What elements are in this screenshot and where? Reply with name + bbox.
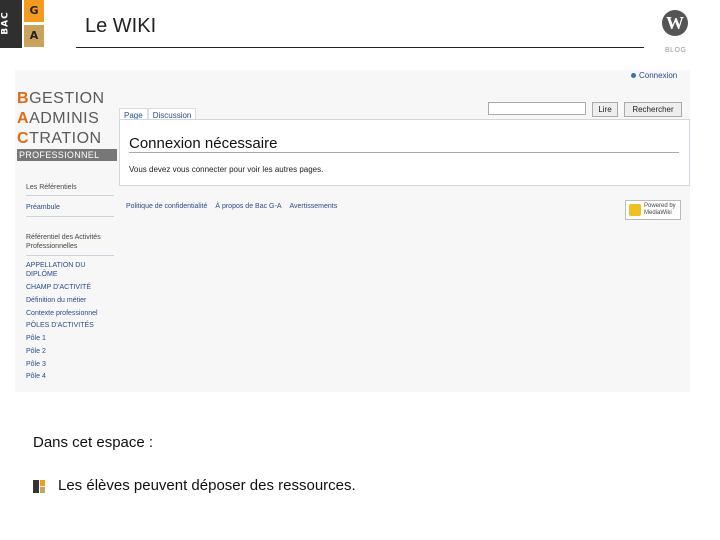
sidebar-item[interactable]: Pôle 2 — [26, 347, 46, 357]
bac-bullet-icon — [33, 480, 45, 493]
sidebar-item-preambule[interactable]: Préambule — [26, 203, 60, 213]
wiki-page-heading: Connexion nécessaire — [129, 135, 278, 152]
wiki-logo-subtitle: PROFESSIONNEL — [17, 149, 117, 161]
go-button[interactable]: Lire — [592, 102, 618, 117]
sidebar-divider — [26, 195, 114, 196]
slide-title: Le WIKI — [85, 15, 157, 37]
wiki-logo-row: AADMINIS — [17, 110, 100, 127]
footer-link-about[interactable]: À propos de Bac G-A — [215, 203, 281, 210]
sidebar-item[interactable]: DIPLÔME — [26, 270, 58, 280]
wiki-logo-row: CTRATION — [17, 130, 102, 147]
sidebar-section-title: Professionnelles — [26, 243, 78, 250]
wiki-login-message: Vous devez vous connecter pour voir les … — [129, 165, 324, 174]
bullet-text: Les élèves peuvent déposer des ressource… — [58, 477, 356, 494]
wiki-footer-links: Politique de confidentialité À propos de … — [126, 203, 345, 210]
wiki-content-panel: Connexion nécessaire Vous devez vous con… — [119, 119, 690, 186]
sidebar-item[interactable]: CHAMP D'ACTIVITÉ — [26, 283, 91, 293]
title-divider — [76, 47, 644, 48]
sidebar-item[interactable]: Pôle 3 — [26, 360, 46, 370]
powered-by-text: Powered by MediaWiki — [644, 203, 676, 216]
wiki-screenshot: Connexion BGESTION AADMINIS CTRATION PRO… — [15, 70, 690, 392]
heading-divider — [129, 152, 679, 153]
wiki-tabs: Page Discussion — [119, 103, 197, 122]
wiki-logo[interactable]: BGESTION AADMINIS CTRATION PROFESSIONNEL — [17, 89, 117, 161]
login-link-label: Connexion — [639, 71, 678, 80]
sidebar-item[interactable]: Pôle 1 — [26, 334, 46, 344]
bac-logo-a-square: A — [24, 25, 44, 47]
login-link[interactable]: Connexion — [631, 71, 677, 80]
wiki-logo-row: BGESTION — [17, 90, 105, 107]
powered-by-mediawiki-badge[interactable]: Powered by MediaWiki — [625, 200, 681, 220]
sidebar-item[interactable]: Définition du métier — [26, 296, 86, 306]
sidebar-item[interactable]: PÔLES D'ACTIVITÉS — [26, 321, 94, 331]
sidebar-divider — [26, 255, 114, 256]
bac-logo-vertical-text: BAC — [0, 11, 11, 35]
mediawiki-sunflower-icon — [629, 204, 641, 216]
sidebar-divider — [26, 216, 114, 217]
bac-logo: BAC G A — [0, 0, 46, 48]
search-button[interactable]: Rechercher — [624, 102, 682, 117]
wiki-search-input[interactable] — [488, 102, 586, 115]
footer-link-privacy[interactable]: Politique de confidentialité — [126, 203, 207, 210]
sidebar-section-title: Les Référentiels — [26, 184, 77, 191]
blog-label[interactable]: BLOG — [665, 47, 686, 54]
user-icon — [631, 73, 636, 79]
footer-link-disclaimers[interactable]: Avertissements — [290, 203, 338, 210]
sidebar-item[interactable]: Pôle 4 — [26, 372, 46, 382]
section-title: Dans cet espace : — [33, 434, 154, 451]
wordpress-icon[interactable]: W — [662, 10, 688, 36]
sidebar-item[interactable]: Contexte professionnel — [26, 309, 98, 319]
bac-logo-g-square: G — [24, 0, 44, 22]
